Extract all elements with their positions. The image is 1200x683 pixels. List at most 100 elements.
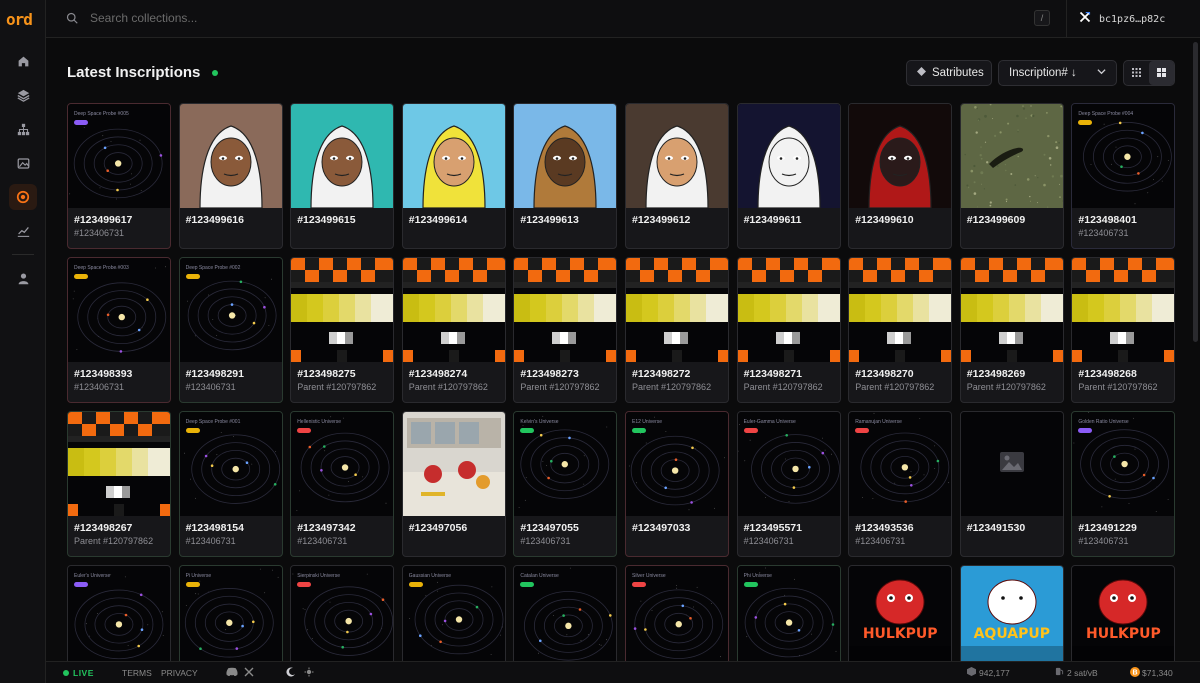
inscription-thumbnail: Deep Space Probe #004	[1072, 104, 1175, 208]
thumbnail-title: Deep Space Probe #004	[1078, 111, 1134, 117]
inscription-card[interactable]: Gaussian Universe	[401, 565, 506, 663]
thumbnail-title: HULKPUP	[1086, 626, 1161, 642]
inscription-number: #123499611	[743, 214, 802, 226]
sidebar-item-home[interactable]	[0, 44, 46, 78]
sidebar-item-inscriptions[interactable]	[0, 180, 46, 214]
thumbnail-badge	[743, 428, 758, 433]
sort-label: Inscription# ↓	[1009, 67, 1077, 79]
inscription-parent: #123406731	[185, 536, 236, 546]
inscription-number: #123497056	[408, 522, 468, 534]
inscription-card[interactable]: #123498269 Parent #120797862	[959, 257, 1064, 403]
inscription-card[interactable]: E12 Universe #123497033	[625, 411, 729, 557]
small-grid-view-button[interactable]	[1124, 61, 1149, 85]
moon-icon[interactable]	[286, 667, 296, 679]
satributes-filter-button[interactable]: Satributes	[906, 60, 992, 86]
thumbnail-badge	[520, 582, 535, 587]
large-grid-view-button[interactable]	[1149, 61, 1174, 85]
thumbnail-badge	[520, 428, 535, 433]
inscription-card[interactable]: #123499613	[513, 103, 618, 249]
inscription-card[interactable]: #123498271 Parent #120797862	[736, 257, 841, 403]
inscription-card[interactable]: Golden Ratio Universe #123491229 #12340673…	[1071, 411, 1175, 557]
inscription-card[interactable]: Catalan Universe	[513, 565, 618, 663]
inscription-card[interactable]: Silver Universe	[625, 565, 729, 663]
x-social-icon[interactable]	[244, 667, 254, 679]
inscription-card[interactable]: #123498270 Parent #120797862	[848, 257, 953, 403]
sidebar-item-profile[interactable]	[0, 261, 46, 295]
thumbnail-badge	[855, 428, 870, 433]
inscription-card[interactable]: Kelvin's Universe #123497055 #123406731	[513, 411, 618, 557]
inscription-card[interactable]: Sierpinski Universe	[290, 565, 395, 663]
inscription-number: #123499616	[185, 214, 244, 226]
inscription-card[interactable]: #123498274 Parent #120797862	[401, 257, 506, 403]
chevron-down-icon	[1097, 67, 1106, 79]
page-title: Latest Inscriptions	[67, 64, 201, 81]
inscription-card[interactable]: Euler's Universe	[67, 565, 171, 663]
inscription-card[interactable]: #123499609	[959, 103, 1064, 249]
inscription-card[interactable]: Deep Space Probe #005 #123499617 #12340673…	[67, 103, 171, 249]
inscription-card[interactable]: #123497056	[401, 411, 506, 557]
layers-icon	[9, 82, 37, 108]
inscription-thumbnail: HULKPUP	[849, 566, 952, 663]
inscription-card[interactable]: #123498273 Parent #120797862	[513, 257, 618, 403]
inscription-card[interactable]: Deep Space Probe #004 #123498401 #12340673…	[1071, 103, 1175, 249]
inscription-thumbnail	[514, 104, 617, 208]
thumbnail-badge	[632, 582, 646, 587]
inscription-card[interactable]: Pi Universe	[178, 565, 283, 663]
inscription-card[interactable]: #123499614	[401, 103, 506, 249]
search-input[interactable]	[90, 6, 990, 30]
inscription-number: #123497033	[632, 522, 691, 534]
inscription-card[interactable]: HULKPUP	[848, 565, 953, 663]
inscription-card[interactable]: #123499610	[848, 103, 953, 249]
ord-logo[interactable]: ord	[6, 10, 33, 29]
sidebar-item-gallery[interactable]	[0, 146, 46, 180]
inscription-card[interactable]: Hellenistic Universe #123497342 #123406731	[290, 411, 395, 557]
sidebar-item-hierarchy[interactable]	[0, 112, 46, 146]
inscription-card[interactable]: Euler-Gamma Universe #123495571 #123406731	[736, 411, 841, 557]
inscription-thumbnail: Catalan Universe	[514, 566, 617, 663]
sort-select[interactable]: Inscription# ↓	[998, 60, 1117, 86]
sidebar-item-analytics[interactable]	[0, 214, 46, 248]
inscription-number: #123495571	[743, 522, 802, 534]
thumbnail-title: HULKPUP	[862, 626, 938, 642]
thumbnail-title: Ramanujan Universe	[855, 419, 902, 425]
inscription-card[interactable]: #123499611	[736, 103, 841, 249]
inscription-card[interactable]: Deep Space Probe #003 #123498393 #12340673…	[67, 257, 171, 403]
hierarchy-icon	[9, 116, 37, 142]
sidebar: ord	[0, 0, 46, 683]
privacy-link[interactable]: PRIVACY	[161, 668, 198, 678]
inscription-thumbnail	[291, 258, 394, 362]
inscription-card[interactable]: Phi Universe	[736, 565, 841, 663]
inscription-card[interactable]: Deep Space Probe #002 #123498291 #12340673…	[178, 257, 283, 403]
sidebar-item-collections[interactable]	[0, 78, 46, 112]
thumbnail-badge	[74, 120, 88, 125]
inscription-number: #123498393	[74, 368, 133, 380]
inscription-card[interactable]: #123498275 Parent #120797862	[290, 257, 395, 403]
wallet-button[interactable]: bc1pz6…p82c	[1066, 0, 1200, 38]
inscription-card[interactable]: AQUAPUP	[959, 565, 1064, 663]
discord-icon[interactable]	[226, 667, 238, 679]
page-scrollbar[interactable]	[1193, 38, 1198, 660]
inscription-card[interactable]: #123498268 Parent #120797862	[1071, 257, 1175, 403]
search-icon	[66, 11, 78, 29]
inscription-number: #123499617	[74, 214, 133, 226]
inscription-card[interactable]: #123491530	[959, 411, 1064, 557]
bitcoin-icon: B	[1130, 667, 1140, 679]
inscription-thumbnail	[68, 412, 170, 516]
inscription-number: #123498268	[1078, 368, 1137, 380]
inscription-thumbnail: E12 Universe	[626, 412, 728, 516]
inscription-card[interactable]: #123499616	[178, 103, 283, 249]
terms-link[interactable]: TERMS	[122, 668, 152, 678]
inscription-thumbnail: Pi Universe	[179, 566, 282, 663]
inscription-card[interactable]: #123499612	[625, 103, 729, 249]
scrollbar-thumb[interactable]	[1193, 42, 1198, 342]
inscription-card[interactable]: #123498272 Parent #120797862	[625, 257, 729, 403]
inscription-card[interactable]: #123498267 Parent #120797862	[67, 411, 171, 557]
inscription-card[interactable]: Deep Space Probe #001 #123498154 #12340673…	[178, 411, 283, 557]
sun-icon[interactable]	[304, 667, 314, 679]
chart-icon	[9, 218, 37, 244]
inscription-card[interactable]: #123499615	[290, 103, 395, 249]
inscription-card[interactable]: HULKPUP	[1071, 565, 1175, 663]
inscription-card[interactable]: Ramanujan Universe #123493536 #123406731	[848, 411, 953, 557]
inscription-parent: Parent #120797862	[966, 382, 1046, 392]
search-shortcut-key: /	[1034, 10, 1050, 26]
